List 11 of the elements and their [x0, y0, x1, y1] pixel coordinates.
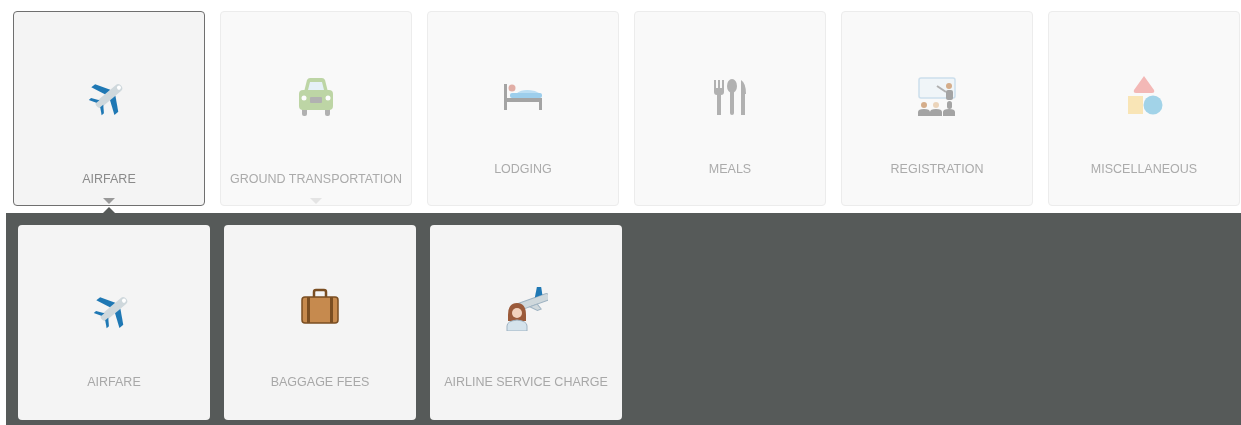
category-tile[interactable]: LODGING — [427, 11, 619, 206]
category-tile[interactable]: REGISTRATION — [841, 11, 1033, 206]
subcategory-tile[interactable]: BAGGAGE FEES — [224, 225, 416, 420]
category-tile[interactable]: AIRFARE — [13, 11, 205, 206]
flight-attendant-icon — [504, 287, 548, 331]
subcategory-tile[interactable]: AIRLINE SERVICE CHARGE — [430, 225, 622, 420]
category-tile[interactable]: GROUND TRANSPORTATION — [220, 11, 412, 206]
presentation-icon — [915, 74, 959, 118]
category-tile[interactable]: MEALS — [634, 11, 826, 206]
category-tile[interactable]: MISCELLANEOUS — [1048, 11, 1240, 206]
subcategory-tile[interactable]: AIRFARE — [18, 225, 210, 420]
